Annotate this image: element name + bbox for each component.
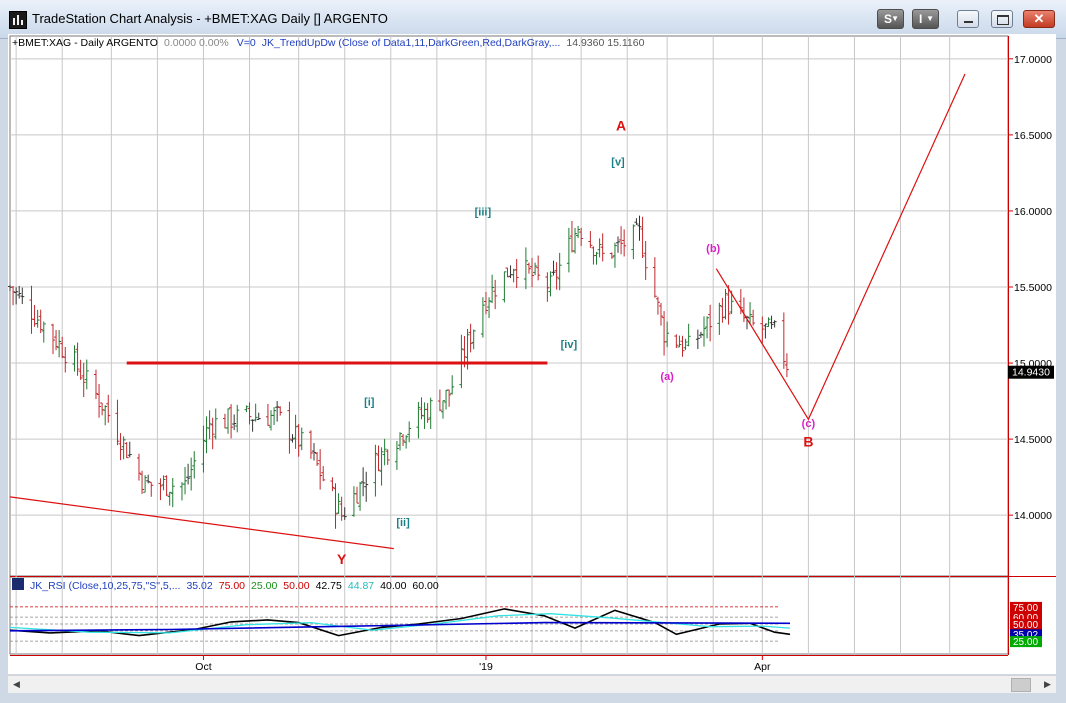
- price-tick-label: 17.0000: [1014, 54, 1052, 66]
- horizontal-scrollbar[interactable]: ◀ ▶: [8, 675, 1056, 693]
- symbol-text: +BMET:XAG - Daily ARGENTO: [12, 37, 158, 49]
- rsi-icon: [12, 578, 24, 590]
- app-window: TradeStation Chart Analysis - +BMET:XAG …: [0, 0, 1066, 703]
- rsi-axis-label: 25.00: [1013, 637, 1038, 648]
- price-tick-label: 14.0000: [1014, 510, 1052, 522]
- rsi-v8: 60.00: [412, 580, 438, 592]
- wave-label: [iii]: [475, 206, 492, 218]
- wave-label: [iv]: [561, 339, 578, 351]
- volume-text: V=0: [237, 37, 256, 49]
- rsi-axis[interactable]: 75.0060.0050.0035.0225.00: [1010, 601, 1042, 648]
- wave-label: [v]: [611, 156, 625, 168]
- stats-text: 0.0000 0.00%: [164, 37, 229, 49]
- chart-canvas[interactable]: A Y B [v] [iii] [iv] [i] [ii] (b) (a) (c) 14.0000 1…: [0, 0, 1066, 703]
- time-tick-label: Oct: [195, 661, 211, 673]
- wave-label: [i]: [364, 397, 375, 409]
- rsi-v3: 25.00: [251, 580, 277, 592]
- wave-label: (a): [660, 371, 674, 383]
- rsi-v5: 42.75: [316, 580, 342, 592]
- scroll-right-icon[interactable]: ▶: [1041, 678, 1054, 691]
- price-tick-label: 16.0000: [1014, 206, 1052, 218]
- indicator-text: JK_TrendUpDw (Close of Data1,11,DarkGree…: [262, 37, 561, 49]
- wave-label: (c): [802, 418, 816, 430]
- rsi-v1: 35.02: [186, 580, 212, 592]
- wave-label: B: [803, 434, 813, 450]
- time-tick-label: Apr: [754, 661, 771, 673]
- indicator-values: 14.9360 15.1160: [566, 37, 644, 49]
- last-price-label: 14.9430: [1012, 367, 1050, 379]
- wave-label: Y: [337, 551, 347, 567]
- scroll-thumb[interactable]: [1011, 678, 1031, 692]
- price-header: +BMET:XAG - Daily ARGENTO 0.0000 0.00% V=0…: [12, 37, 645, 49]
- rsi-v7: 40.00: [380, 580, 406, 592]
- wave-label: [ii]: [396, 517, 410, 529]
- rsi-v2: 75.00: [219, 580, 245, 592]
- rsi-v4: 50.00: [283, 580, 309, 592]
- time-tick-label: '19: [479, 661, 493, 673]
- wave-label: A: [616, 117, 626, 133]
- rsi-v6: 44.87: [348, 580, 374, 592]
- price-pane[interactable]: [9, 35, 1009, 577]
- wave-label: (b): [706, 243, 720, 255]
- scroll-left-icon[interactable]: ◀: [10, 678, 23, 691]
- price-tick-label: 15.5000: [1014, 282, 1052, 294]
- price-tick-label: 16.5000: [1014, 130, 1052, 142]
- price-tick-label: 14.5000: [1014, 434, 1052, 446]
- rsi-name: JK_RSI (Close,10,25,75,"S",5,...: [30, 580, 180, 592]
